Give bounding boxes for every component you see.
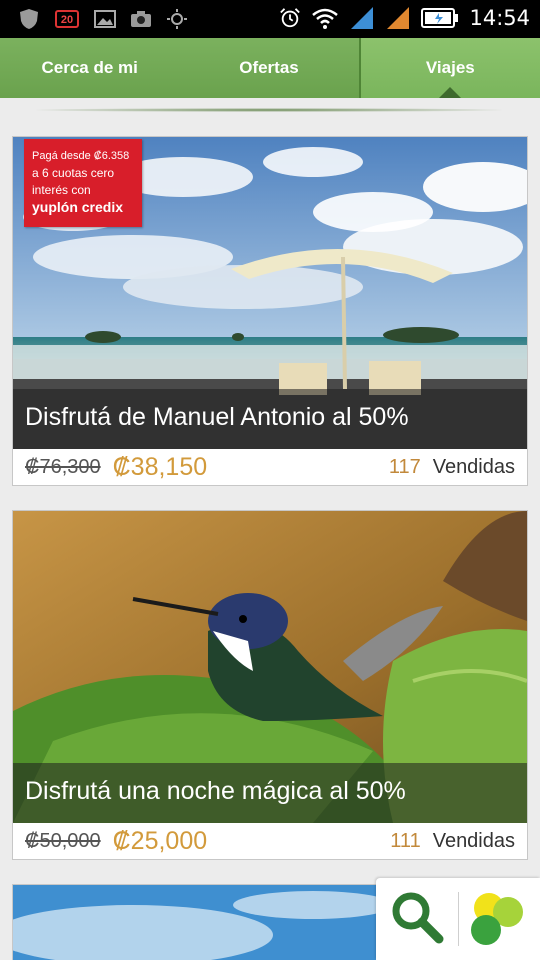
selected-tab-indicator: [439, 87, 462, 98]
category-tabs: Cerca de mi Ofertas Viajes: [0, 38, 540, 98]
signal-alt-icon: [385, 7, 411, 29]
floating-action-bar: [376, 878, 540, 960]
deal-card[interactable]: Disfrutá una noche mágica al 50% ₡50,000…: [12, 510, 528, 860]
shield-icon: [18, 8, 40, 30]
tab-viajes[interactable]: Viajes: [358, 38, 540, 98]
tab-label: Cerca de mi: [41, 58, 138, 77]
deal-title: Disfrutá de Manuel Antonio al 50%: [13, 389, 527, 449]
sold-label: Vendidas: [432, 829, 515, 852]
signal-icon: [349, 7, 375, 29]
brightness-icon: [166, 8, 188, 30]
battery-charging-icon: [421, 7, 459, 29]
notification-badge-icon: 20: [54, 8, 80, 30]
new-price: ₡25,000: [112, 826, 208, 855]
sold-label: Vendidas: [432, 455, 515, 478]
tab-ofertas[interactable]: Ofertas: [179, 38, 358, 98]
old-price: ₡76,300: [25, 455, 101, 478]
notification-badge-count: 20: [60, 13, 74, 26]
wifi-icon: [311, 7, 339, 29]
yuplon-logo-button[interactable]: [459, 878, 540, 960]
promo-line: a 6 cuotas cero: [32, 166, 115, 180]
status-time: 14:54: [469, 6, 530, 30]
camera-icon: [130, 8, 152, 30]
tab-label: Ofertas: [239, 58, 299, 77]
deal-title: Disfrutá una noche mágica al 50%: [13, 763, 527, 823]
sold-count: 117: [388, 455, 421, 478]
alarm-icon: [279, 7, 301, 29]
search-button[interactable]: [376, 878, 458, 960]
status-bar: 20 14:54: [0, 0, 540, 38]
old-price: ₡50,000: [25, 829, 101, 852]
promo-line: interés con: [32, 183, 91, 197]
new-price: ₡38,150: [112, 452, 208, 481]
deal-price-row: ₡76,300 ₡38,150 117 Vendidas: [13, 449, 527, 485]
deal-card[interactable]: Pagá desde ₡6.358 a 6 cuotas cero interé…: [12, 136, 528, 486]
yuplon-logo-icon: [468, 886, 530, 953]
search-icon: [387, 887, 447, 952]
promo-brand: yuplón credix: [32, 199, 124, 215]
image-icon: [94, 8, 116, 30]
tab-shadow-divider: [36, 108, 502, 112]
promo-line: Pagá desde ₡6.358: [32, 150, 130, 162]
deal-price-row: ₡50,000 ₡25,000 111 Vendidas: [13, 823, 527, 859]
sold-count: 111: [390, 829, 421, 852]
tab-label: Viajes: [425, 58, 475, 77]
promo-badge: Pagá desde ₡6.358 a 6 cuotas cero interé…: [24, 139, 142, 227]
tab-cerca-de-mi[interactable]: Cerca de mi: [0, 38, 179, 98]
